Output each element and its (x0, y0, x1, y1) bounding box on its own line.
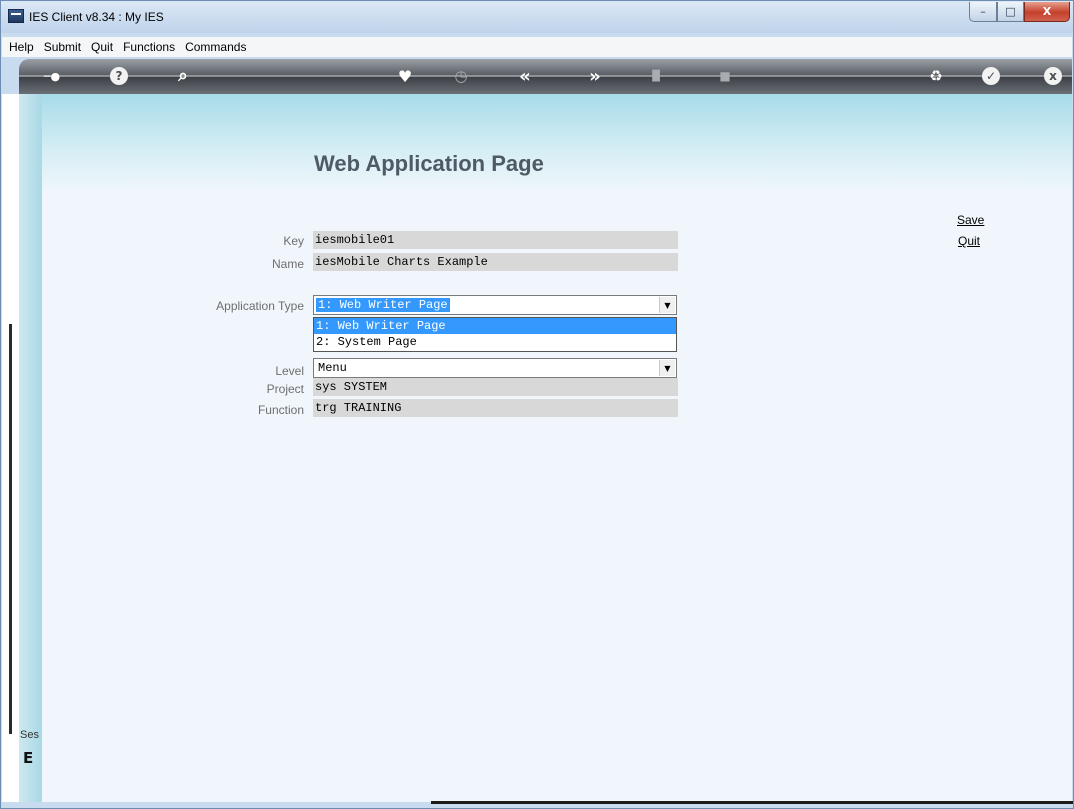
menu-commands[interactable]: Commands (180, 40, 251, 54)
clock-icon[interactable]: ◷ (449, 64, 473, 88)
page-title: Web Application Page (314, 151, 544, 176)
recycle-icon[interactable]: ♻ (924, 64, 948, 88)
session-glyph: E (23, 749, 34, 767)
rewind-icon[interactable]: « (513, 64, 537, 88)
tools-icon[interactable]: ▐▌ (644, 64, 668, 88)
heart-icon[interactable]: ♥ (393, 64, 417, 88)
key-icon[interactable]: ─● (37, 64, 67, 88)
left-margin (2, 94, 19, 802)
app-window: IES Client v8.34 : My IES – □ X Help Sub… (0, 0, 1074, 809)
forward-icon[interactable]: » (583, 64, 607, 88)
menu-bar: Help Submit Quit Functions Commands (2, 37, 1072, 57)
title-bar: IES Client v8.34 : My IES – □ X (1, 1, 1073, 33)
menu-quit[interactable]: Quit (86, 40, 118, 54)
key-label: Key (283, 234, 304, 248)
chevron-down-icon[interactable]: ▼ (659, 360, 675, 376)
check-icon-button[interactable]: ✓ (979, 64, 1003, 88)
quit-link[interactable]: Quit (958, 234, 980, 248)
help-icon-button[interactable]: ? (107, 64, 131, 88)
application-type-dropdown: 1: Web Writer Page 2: System Page (313, 317, 677, 352)
menu-submit[interactable]: Submit (39, 40, 86, 54)
session-label: Ses (20, 729, 39, 741)
bottom-scroll-line (431, 801, 1073, 804)
main-content: Web Application Page Save Quit Key iesmo… (42, 94, 1072, 802)
project-label: Project (266, 382, 304, 396)
function-label: Function (257, 403, 304, 417)
menu-functions[interactable]: Functions (118, 40, 180, 54)
application-type-value: 1: Web Writer Page (316, 298, 450, 312)
function-field: trg TRAINING (313, 399, 678, 417)
save-link[interactable]: Save (957, 213, 984, 227)
maximize-button[interactable]: □ (997, 2, 1024, 22)
level-label: Level (275, 364, 304, 378)
session-panel (19, 94, 42, 802)
app-icon (8, 9, 24, 23)
content-header (42, 94, 1072, 189)
name-label: Name (271, 257, 304, 271)
menu-help[interactable]: Help (2, 40, 39, 54)
close-circle-icon: x (1044, 67, 1062, 85)
window-title: IES Client v8.34 : My IES (29, 10, 164, 24)
help-icon: ? (110, 67, 128, 85)
minimize-button[interactable]: – (969, 2, 997, 22)
chevron-down-icon[interactable]: ▼ (659, 297, 675, 313)
level-value: Menu (318, 361, 347, 375)
toolbar: ─● ? ⌕ ♥ ◷ « » ▐▌ ■ ♻ ✓ x (19, 59, 1072, 94)
search-icon[interactable]: ⌕ (171, 64, 195, 88)
dropdown-option-system-page[interactable]: 2: System Page (314, 334, 676, 350)
project-field: sys SYSTEM (313, 378, 678, 396)
application-type-label: Application Type (216, 299, 304, 313)
dropdown-option-web-writer[interactable]: 1: Web Writer Page (314, 318, 676, 334)
left-scroll-indicator (9, 324, 12, 734)
check-icon: ✓ (982, 67, 1000, 85)
square-icon[interactable]: ■ (713, 64, 737, 88)
key-field: iesmobile01 (313, 231, 678, 249)
name-field: iesMobile Charts Example (313, 253, 678, 271)
close-button[interactable]: X (1024, 2, 1070, 22)
application-type-select[interactable]: 1: Web Writer Page ▼ (313, 295, 677, 315)
level-select[interactable]: Menu ▼ (313, 358, 677, 378)
close-circle-icon-button[interactable]: x (1041, 64, 1065, 88)
